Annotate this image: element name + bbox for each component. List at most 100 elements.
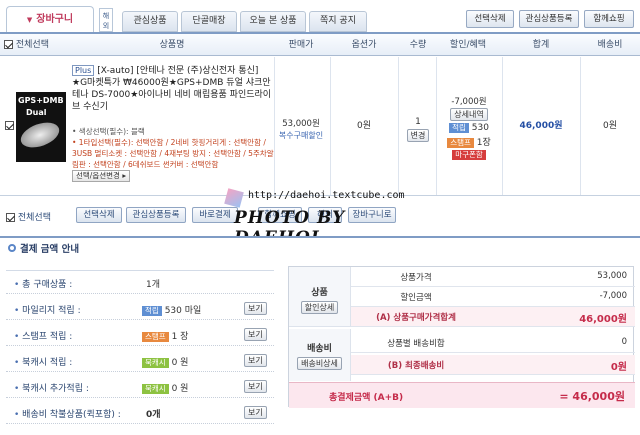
tab-cart[interactable]: ▼ 장바구니	[6, 6, 94, 32]
list-item: 총 구매상품 : 1개	[6, 271, 274, 294]
tab-wishlist[interactable]: 관심상품	[122, 11, 178, 32]
header-shipping: 배송비	[597, 40, 623, 50]
stamp-badge: 스탬프	[142, 332, 169, 342]
table-row: 상품별 배송비합 0	[351, 333, 635, 353]
mileage-badge: 적립	[449, 123, 469, 133]
row-label: 상품별 배송비합	[387, 339, 445, 349]
header-discount: 할인/혜택	[449, 40, 487, 50]
tab-favorite-shops[interactable]: 단골매장	[181, 11, 237, 32]
discount-detail-button[interactable]: 할인상세	[300, 301, 339, 314]
shop-together-button[interactable]: 함께쇼핑	[584, 10, 634, 28]
shipping-detail-button[interactable]: 배송비상세	[297, 357, 342, 370]
cart-page: ▼ 장바구니 해외 관심상품 단골매장 오늘 본 상품 쪽지 공지 선택삭제 관심…	[0, 0, 640, 435]
list-item: 북캐시 추가적립 : 북캐시 0 원 보기	[6, 375, 274, 398]
cube-logo-icon	[224, 188, 244, 208]
payment-total-table: 상품 할인상세 상품가격 53,000 할인금액 -7,000 (A) 상품구매가격…	[288, 266, 635, 408]
summary-label: 총 구매상품 :	[14, 277, 72, 290]
cart-table-header: 전체선택 상품명 판매가 옵션가 수량 할인/혜택 합계 배송비	[0, 34, 640, 56]
payment-summary-list: 총 구매상품 : 1개 마일리지 적립 : 적립 530 마일 보기 스탬프 적…	[6, 270, 274, 428]
change-option-label: 선택/옵션변경	[76, 171, 120, 180]
watermark-url: http://daehoi.textcube.com	[248, 190, 405, 201]
summary-label: 스탬프 적립 :	[14, 329, 72, 342]
summary-value: 북캐시 0 원	[142, 355, 188, 368]
shipping-category-cell: 배송비 배송비상세	[289, 329, 351, 381]
option-info: • 색상선택(필수): 블랙 • 1타입선택(필수): 선택안함 / 2네비 핫…	[72, 126, 274, 182]
summary-label: 북캐시 적립 :	[14, 355, 72, 368]
multi-buy-discount-link[interactable]: 복수구매할인	[276, 130, 326, 141]
thumb-text: GPS+DMB	[18, 96, 64, 105]
summary-value: 적립 530 마일	[142, 303, 201, 316]
option-line: • 색상선택(필수): 블랙	[72, 127, 145, 136]
grand-total-value: = 46,000원	[559, 390, 625, 403]
add-wishlist-button[interactable]: 관심상품등록	[519, 10, 579, 28]
row-checkbox[interactable]	[5, 121, 14, 131]
change-option-button[interactable]: 선택/옵션변경 ▸	[72, 170, 131, 182]
table-row: GPS+DMB Dual Plus [X-auto] [안테나 전문 (주)상신전…	[0, 57, 640, 196]
delete-selected-button[interactable]: 선택삭제	[466, 10, 514, 28]
divider	[398, 57, 399, 195]
row-value: 0원	[610, 362, 627, 373]
discount-cell: -7,000원 상세내역 적립 530 스탬프 1장 마구폰함	[438, 57, 500, 196]
view-button[interactable]: 보기	[244, 354, 267, 367]
antenna-image	[17, 117, 63, 153]
watermark: http://daehoi.textcube.com PHOTO BY DAEH…	[224, 188, 426, 248]
discount-amount: -7,000원	[451, 97, 487, 107]
stamp-value: 1장	[476, 138, 491, 148]
summary-value-text: 0 원	[171, 384, 189, 394]
checkbox[interactable]	[6, 213, 15, 222]
discount-detail-button[interactable]: 상세내역	[450, 108, 488, 121]
payment-title: 결제 금액 안내	[20, 244, 80, 255]
summary-value: 1개	[146, 280, 161, 290]
shipping-category-label: 배송비	[307, 344, 332, 354]
row-value: -7,000	[599, 291, 627, 301]
header-product-name: 상품명	[159, 40, 185, 50]
product-category-label: 상품	[311, 288, 328, 298]
mileage-value: 530	[471, 123, 489, 133]
sale-price: 53,000원	[282, 119, 320, 129]
tab-bar: ▼ 장바구니 해외 관심상품 단골매장 오늘 본 상품 쪽지 공지 선택삭제 관심…	[0, 0, 640, 34]
summary-value: 0개	[146, 410, 161, 420]
row-label: 할인금액	[400, 293, 432, 303]
footer-select-all[interactable]: 전체선택	[6, 210, 51, 223]
product-thumbnail[interactable]: GPS+DMB Dual	[16, 92, 66, 162]
checkbox[interactable]	[5, 121, 14, 130]
divider	[330, 57, 331, 195]
list-item: 스탬프 적립 : 스탬프 1 장 보기	[6, 323, 274, 346]
quantity-cell: 1 변경	[400, 57, 436, 196]
tab-overseas[interactable]: 해외	[99, 8, 113, 32]
list-item: 북캐시 적립 : 북캐시 0 원 보기	[6, 349, 274, 372]
delete-selected-button[interactable]: 선택삭제	[76, 207, 122, 223]
checkbox[interactable]	[4, 40, 13, 49]
payment-section-header: 결제 금액 안내	[0, 236, 640, 257]
table-row: 할인금액 -7,000	[351, 287, 635, 307]
divider	[502, 57, 503, 195]
tab-messages[interactable]: 쪽지 공지	[309, 11, 367, 32]
thumb-text: Dual	[26, 108, 47, 117]
product-name-text: [X-auto] [안테나 전문 (주)상신전자 통신] ★G마켓특가 ₩460…	[72, 66, 272, 112]
plus-badge: Plus	[72, 65, 95, 76]
row-label: (A) 상품구매가격합계	[376, 313, 456, 323]
summary-label: 배송비 착불상품(퀵포함) :	[14, 407, 121, 420]
row-shipping: 0원	[602, 121, 617, 131]
list-item: 배송비 착불상품(퀵포함) : 0개 보기	[6, 401, 274, 424]
summary-value: 스탬프 1 장	[142, 329, 188, 342]
table-row: 상품가격 53,000	[351, 267, 635, 287]
product-name[interactable]: Plus [X-auto] [안테나 전문 (주)상신전자 통신] ★G마켓특가 …	[72, 65, 274, 113]
option-price: 0원	[356, 121, 371, 131]
price-cell: 53,000원 복수구매할인	[276, 119, 326, 141]
tab-recently-viewed[interactable]: 오늘 본 상품	[240, 11, 306, 32]
row-value: 53,000	[597, 271, 627, 281]
header-select-all[interactable]: 전체선택	[4, 34, 64, 56]
row-value: 0	[621, 337, 627, 347]
view-button[interactable]: 보기	[244, 406, 267, 419]
view-button[interactable]: 보기	[244, 328, 267, 341]
add-wishlist-button[interactable]: 관심상품등록	[126, 207, 186, 223]
table-row: (A) 상품구매가격합계 46,000원	[351, 307, 635, 327]
change-quantity-button[interactable]: 변경	[406, 129, 430, 142]
coupon-badge[interactable]: 마구폰함	[452, 150, 486, 160]
view-button[interactable]: 보기	[244, 380, 267, 393]
summary-value-text: 530 마일	[164, 306, 202, 316]
view-button[interactable]: 보기	[244, 302, 267, 315]
header-quantity: 수량	[409, 40, 427, 50]
divider	[436, 57, 437, 195]
